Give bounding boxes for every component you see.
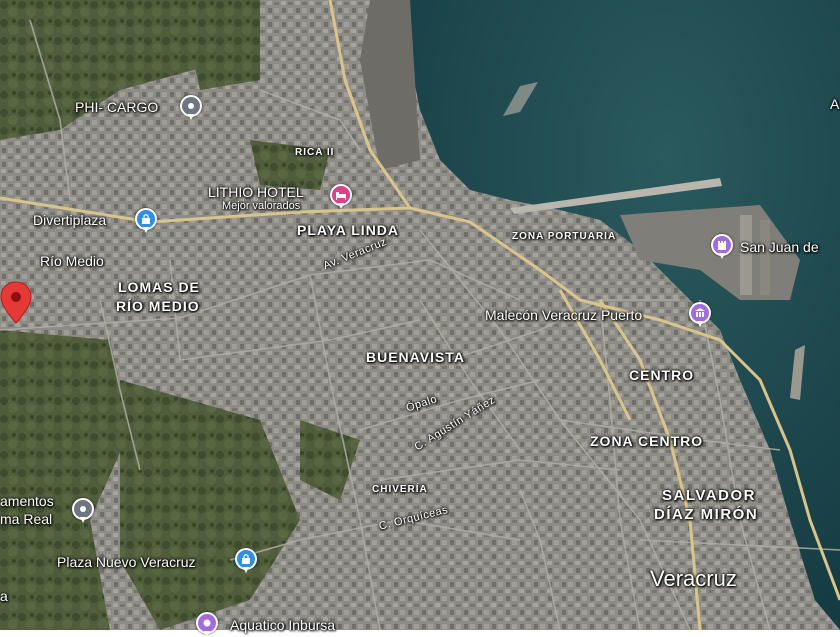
label-right-cut: A (830, 96, 840, 112)
location-marker-icon[interactable] (0, 281, 32, 325)
phi-cargo-pin-icon[interactable] (180, 95, 202, 120)
label-left-cut: a (0, 588, 8, 604)
castle-pin-icon[interactable] (711, 234, 733, 259)
label-rica: RICA II (295, 147, 335, 158)
label-rio-medio: Río Medio (40, 253, 104, 269)
label-buenavista: BUENAVISTA (366, 349, 465, 365)
shopping-pin-icon-2[interactable] (235, 548, 257, 573)
satellite-map[interactable] (0, 0, 840, 630)
label-salvador-1: SALVADOR (662, 487, 756, 504)
apartments-pin-icon[interactable] (72, 498, 94, 523)
label-centro: CENTRO (629, 367, 695, 383)
poi-lithio-hotel[interactable]: LITHIO HOTEL (208, 185, 304, 199)
label-chiveria: CHIVERÍA (372, 484, 428, 495)
label-zona-portuaria: ZONA PORTUARIA (512, 231, 617, 242)
poi-san-juan[interactable]: San Juan de (740, 240, 819, 254)
poi-phi-cargo[interactable]: PHI- CARGO (75, 100, 158, 114)
poi-plaza-nuevo[interactable]: Plaza Nuevo Veracruz (57, 555, 196, 569)
poi-departamentos-1[interactable]: amentos (0, 494, 54, 508)
poi-malecon[interactable]: Malecón Veracruz Puerto (485, 308, 642, 322)
shopping-pin-icon[interactable] (135, 208, 157, 233)
museum-pin-icon[interactable] (689, 302, 711, 327)
label-salvador-2: DÍAZ MIRÓN (654, 506, 759, 523)
hotel-pin-icon[interactable] (330, 184, 352, 209)
label-lomas-1: LOMAS DE (118, 279, 200, 295)
label-city-veracruz: Veracruz (650, 566, 737, 591)
poi-departamentos-2[interactable]: ma Real (0, 512, 52, 526)
label-zona-centro: ZONA CENTRO (590, 433, 704, 449)
aquatic-pin-icon[interactable] (196, 612, 218, 637)
poi-lithio-rating: Mejor valorados (222, 200, 301, 212)
poi-divertiplaza[interactable]: Divertiplaza (33, 213, 106, 227)
label-playa-linda: PLAYA LINDA (297, 222, 400, 238)
label-lomas-2: RÍO MEDIO (116, 298, 200, 314)
